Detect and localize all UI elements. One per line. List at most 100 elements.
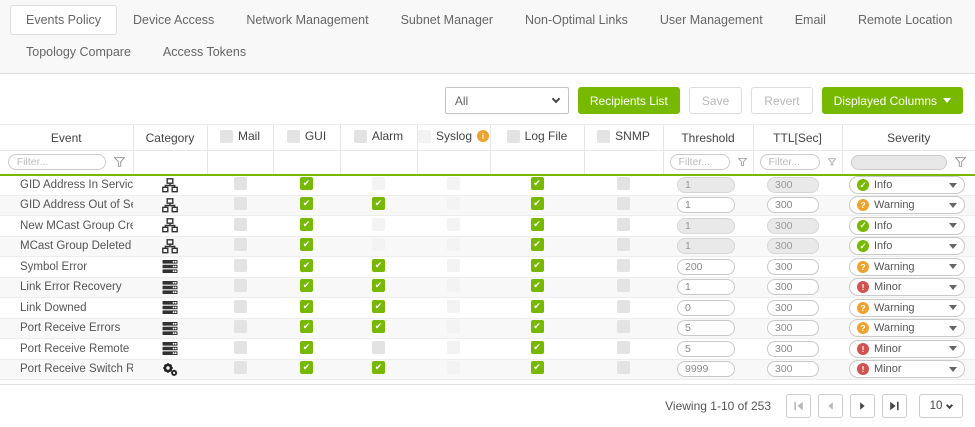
gui-checkbox[interactable] <box>300 259 313 272</box>
alarm-checkbox[interactable] <box>372 320 385 333</box>
syslog-checkbox[interactable] <box>447 177 460 190</box>
log-file-checkbox[interactable] <box>531 259 544 272</box>
syslog-checkbox[interactable] <box>447 341 460 354</box>
displayed-columns-button[interactable]: Displayed Columns <box>822 87 963 114</box>
ttl-input[interactable] <box>767 197 819 213</box>
syslog-checkbox[interactable] <box>447 300 460 313</box>
mail-checkbox[interactable] <box>234 238 247 251</box>
tab-device-access[interactable]: Device Access <box>117 5 230 35</box>
tab-non-optimal-links[interactable]: Non-Optimal Links <box>509 5 644 35</box>
syslog-checkbox[interactable] <box>447 197 460 210</box>
snmp-checkbox[interactable] <box>617 218 630 231</box>
severity-select[interactable]: ? Warning <box>849 319 965 337</box>
log-file-checkbox[interactable] <box>531 361 544 374</box>
ttl-filter-input[interactable] <box>760 154 820 170</box>
previous-page-button[interactable] <box>818 394 843 418</box>
threshold-input[interactable] <box>677 341 735 357</box>
gui-checkbox[interactable] <box>300 238 313 251</box>
snmp-checkbox[interactable] <box>617 300 630 313</box>
snmp-checkbox[interactable] <box>617 259 630 272</box>
gui-select-all-checkbox[interactable] <box>287 130 300 143</box>
log-file-checkbox[interactable] <box>531 341 544 354</box>
severity-select[interactable]: ✓ Info <box>849 237 965 255</box>
threshold-input[interactable] <box>677 300 735 316</box>
threshold-input[interactable] <box>677 218 735 234</box>
page-size-select[interactable]: 10 <box>919 394 963 418</box>
tab-data-streaming[interactable]: Data Streaming <box>968 5 975 35</box>
syslog-select-all-checkbox[interactable] <box>418 130 431 143</box>
log-file-checkbox[interactable] <box>531 218 544 231</box>
gui-checkbox[interactable] <box>300 361 313 374</box>
event-filter-input[interactable] <box>8 154 106 170</box>
snmp-checkbox[interactable] <box>617 361 630 374</box>
tab-email[interactable]: Email <box>779 5 842 35</box>
filter-funnel-icon[interactable] <box>955 157 966 167</box>
mail-checkbox[interactable] <box>234 218 247 231</box>
tab-events-policy[interactable]: Events Policy <box>10 5 117 35</box>
ttl-input[interactable] <box>767 259 819 275</box>
alarm-select-all-checkbox[interactable] <box>354 130 367 143</box>
tab-topology-compare[interactable]: Topology Compare <box>10 37 147 67</box>
syslog-checkbox[interactable] <box>447 361 460 374</box>
syslog-checkbox[interactable] <box>447 279 460 292</box>
severity-select[interactable]: ? Warning <box>849 196 965 214</box>
ttl-input[interactable] <box>767 320 819 336</box>
alarm-checkbox[interactable] <box>372 361 385 374</box>
gui-checkbox[interactable] <box>300 300 313 313</box>
snmp-checkbox[interactable] <box>617 177 630 190</box>
mail-checkbox[interactable] <box>234 320 247 333</box>
severity-select[interactable]: ✓ Info <box>849 217 965 235</box>
ttl-input[interactable] <box>767 361 819 377</box>
ttl-input[interactable] <box>767 300 819 316</box>
severity-select[interactable]: ✓ Info <box>849 176 965 194</box>
threshold-input[interactable] <box>677 320 735 336</box>
severity-select[interactable]: ? Warning <box>849 258 965 276</box>
tab-access-tokens[interactable]: Access Tokens <box>147 37 262 67</box>
ttl-input[interactable] <box>767 238 819 254</box>
severity-select[interactable]: ? Warning <box>849 299 965 317</box>
log-file-checkbox[interactable] <box>531 320 544 333</box>
alarm-checkbox[interactable] <box>372 341 385 354</box>
syslog-checkbox[interactable] <box>447 238 460 251</box>
gui-checkbox[interactable] <box>300 341 313 354</box>
ttl-input[interactable] <box>767 218 819 234</box>
syslog-info-icon[interactable]: i <box>477 130 489 142</box>
threshold-input[interactable] <box>677 279 735 295</box>
mail-checkbox[interactable] <box>234 300 247 313</box>
severity-select[interactable]: ! Minor <box>849 278 965 296</box>
snmp-checkbox[interactable] <box>617 238 630 251</box>
mail-checkbox[interactable] <box>234 197 247 210</box>
syslog-checkbox[interactable] <box>447 218 460 231</box>
log-file-checkbox[interactable] <box>531 300 544 313</box>
mail-select-all-checkbox[interactable] <box>220 130 233 143</box>
ttl-input[interactable] <box>767 341 819 357</box>
threshold-filter-input[interactable] <box>670 154 730 170</box>
tab-subnet-manager[interactable]: Subnet Manager <box>385 5 509 35</box>
gui-checkbox[interactable] <box>300 197 313 210</box>
scope-select[interactable]: All <box>445 87 569 114</box>
threshold-input[interactable] <box>677 361 735 377</box>
severity-filter-select[interactable] <box>851 155 947 170</box>
tab-remote-location[interactable]: Remote Location <box>842 5 969 35</box>
threshold-input[interactable] <box>677 197 735 213</box>
threshold-input[interactable] <box>677 177 735 193</box>
filter-funnel-icon[interactable] <box>114 157 125 167</box>
next-page-button[interactable] <box>850 394 875 418</box>
alarm-checkbox[interactable] <box>372 177 385 190</box>
snmp-checkbox[interactable] <box>617 341 630 354</box>
recipients-list-button[interactable]: Recipients List <box>578 87 680 114</box>
gui-checkbox[interactable] <box>300 320 313 333</box>
filter-funnel-icon[interactable] <box>738 157 747 167</box>
snmp-checkbox[interactable] <box>617 320 630 333</box>
revert-button[interactable]: Revert <box>751 87 812 114</box>
threshold-input[interactable] <box>677 238 735 254</box>
save-button[interactable]: Save <box>689 87 742 114</box>
alarm-checkbox[interactable] <box>372 218 385 231</box>
first-page-button[interactable] <box>786 394 811 418</box>
log-file-checkbox[interactable] <box>531 197 544 210</box>
gui-checkbox[interactable] <box>300 177 313 190</box>
alarm-checkbox[interactable] <box>372 279 385 292</box>
alarm-checkbox[interactable] <box>372 238 385 251</box>
alarm-checkbox[interactable] <box>372 259 385 272</box>
mail-checkbox[interactable] <box>234 341 247 354</box>
